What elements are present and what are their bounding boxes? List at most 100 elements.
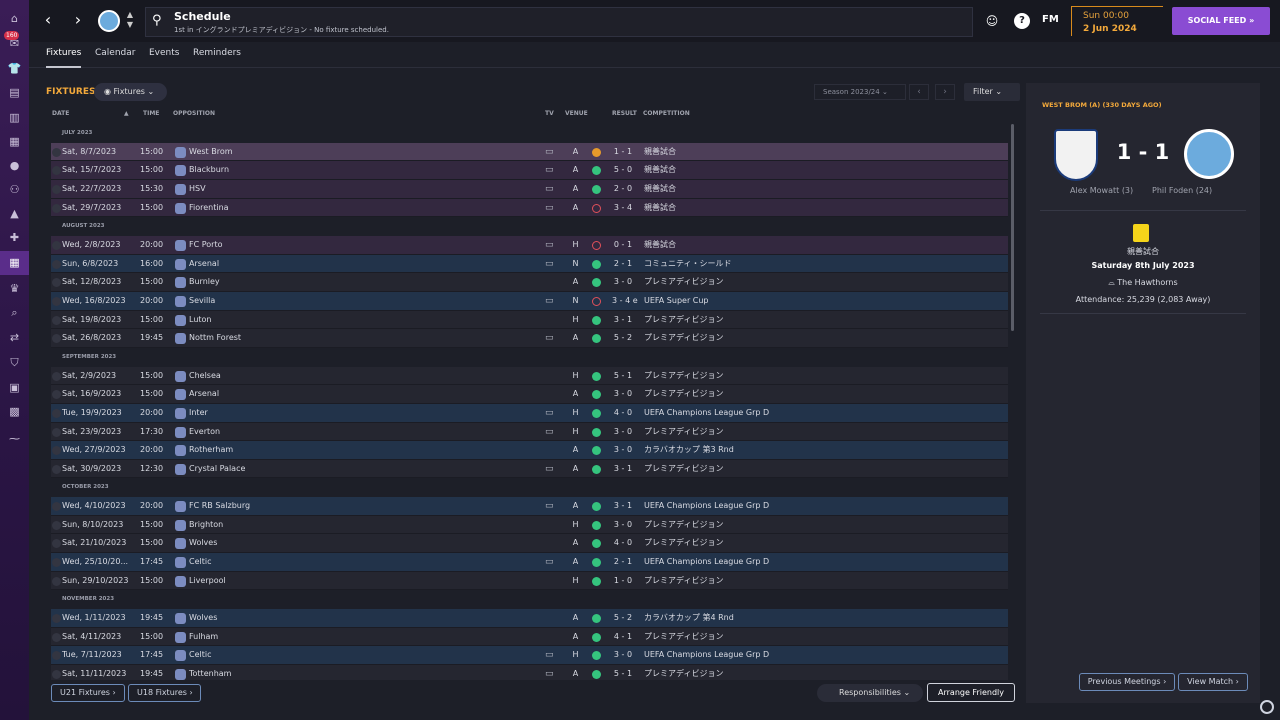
fixture-row[interactable]: Sat, 4/11/2023 15:00 Fulham A 4 - 1 プレミアディビジョ… (51, 627, 1008, 647)
fixture-score[interactable]: 3 - 1 (612, 497, 634, 516)
medical-icon[interactable]: ▲ (7, 206, 22, 221)
fixture-competition[interactable]: 親善試合 (644, 161, 676, 180)
col-date[interactable]: DATE (52, 110, 69, 117)
row-select-checkbox[interactable] (52, 464, 61, 474)
fixture-score[interactable]: 3 - 4 e (612, 292, 638, 311)
row-select-checkbox[interactable] (52, 632, 61, 642)
fixture-score[interactable]: 3 - 1 (612, 460, 634, 479)
row-select-checkbox[interactable] (52, 278, 61, 288)
fixture-score[interactable]: 5 - 2 (612, 609, 634, 628)
home-icon[interactable]: ⌂ (7, 11, 22, 26)
sort-asc-icon[interactable]: ▲ (124, 110, 129, 117)
back-button[interactable]: ‹ (38, 10, 58, 30)
opponent-name[interactable]: HSV (189, 180, 206, 199)
trophy-icon[interactable]: ♛ (7, 281, 22, 296)
fixture-score[interactable]: 5 - 2 (612, 329, 634, 348)
fixture-row[interactable]: Sat, 19/8/2023 15:00 Luton H 3 - 1 プレミアディビジョン (51, 310, 1008, 330)
team-icon[interactable]: ⚇ (7, 182, 22, 197)
prev-season-button[interactable]: ‹ (909, 84, 929, 100)
opponent-name[interactable]: FC Porto (189, 236, 222, 255)
match-competition[interactable]: 親善試合 (1026, 246, 1260, 257)
opponent-name[interactable]: Fulham (189, 628, 218, 647)
col-opposition[interactable]: OPPOSITION (173, 110, 215, 117)
fixture-row[interactable]: Sat, 23/9/2023 17:30 Everton ▭ H 3 - 0 プレミアディビ… (51, 422, 1008, 442)
opponent-name[interactable]: Celtic (189, 553, 212, 572)
fm-menu-button[interactable]: FM (1042, 14, 1059, 25)
fixture-row[interactable]: Sat, 22/7/2023 15:30 HSV ▭ A 2 - 0 親善試合 (51, 179, 1008, 199)
fixture-score[interactable]: 2 - 1 (612, 255, 634, 274)
fixture-row[interactable]: Sun, 29/10/2023 15:00 Liverpool H 1 - 0 プレミアデ… (51, 571, 1008, 591)
fixture-competition[interactable]: UEFA Champions League Grp D (644, 553, 769, 572)
fixture-row[interactable]: Sat, 8/7/2023 15:00 West Brom ▭ A 1 - 1 親善試合 (51, 142, 1008, 162)
home-scorer[interactable]: Alex Mowatt (3) (1070, 186, 1133, 195)
fixture-row[interactable]: Tue, 7/11/2023 17:45 Celtic ▭ H 3 - 0 UEFA Cha… (51, 646, 1008, 666)
tab-fixtures[interactable]: Fixtures (46, 42, 82, 68)
opponent-name[interactable]: Burnley (189, 273, 220, 292)
fixture-competition[interactable]: プレミアディビジョン (644, 423, 723, 442)
fixture-competition[interactable]: プレミアディビジョン (644, 367, 723, 386)
fixture-row[interactable]: Sat, 16/9/2023 15:00 Arsenal A 3 - 0 プレミアディビジ… (51, 385, 1008, 404)
col-competition[interactable]: COMPETITION (643, 110, 690, 117)
transfers-icon[interactable]: ⇄ (7, 330, 22, 345)
social-feed-button[interactable]: SOCIAL FEED » (1172, 7, 1270, 35)
row-select-checkbox[interactable] (52, 446, 61, 456)
row-select-checkbox[interactable] (52, 539, 61, 549)
fixture-row[interactable]: Sat, 29/7/2023 15:00 Fiorentina ▭ A 3 - 4 親善試合 (51, 198, 1008, 218)
fixture-competition[interactable]: プレミアディビジョン (644, 534, 723, 553)
fixture-row[interactable]: Sat, 2/9/2023 15:00 Chelsea H 5 - 1 プレミアディビジョ… (51, 366, 1008, 386)
fixture-score[interactable]: 1 - 0 (612, 572, 634, 591)
opponent-name[interactable]: Arsenal (189, 385, 219, 404)
fixture-score[interactable]: 5 - 0 (612, 161, 634, 180)
fixture-score[interactable]: 0 - 1 (612, 236, 634, 255)
responsibilities-button[interactable]: Responsibilities ⌄ (817, 684, 923, 702)
opponent-name[interactable]: Fiorentina (189, 199, 229, 218)
finances-icon[interactable]: ▣ (7, 380, 22, 395)
fixture-competition[interactable]: 親善試合 (644, 143, 676, 162)
fixture-row[interactable]: Sat, 21/10/2023 15:00 Wolves A 4 - 0 プレミアディビジ… (51, 534, 1008, 554)
fixture-row[interactable]: Sun, 6/8/2023 16:00 Arsenal ▭ N 2 - 1 コミュニティ・シ… (51, 254, 1008, 274)
opponent-name[interactable]: Sevilla (189, 292, 215, 311)
row-select-checkbox[interactable] (52, 614, 61, 624)
opponent-name[interactable]: Everton (189, 423, 220, 442)
fixture-competition[interactable]: プレミアディビジョン (644, 273, 723, 292)
fixture-score[interactable]: 3 - 0 (612, 273, 634, 292)
fixture-competition[interactable]: 親善試合 (644, 199, 676, 218)
tab-calendar[interactable]: Calendar (95, 42, 135, 68)
opponent-name[interactable]: Blackburn (189, 161, 229, 180)
fixture-competition[interactable]: カラバオカップ 第3 Rnd (644, 441, 734, 460)
tactics-icon[interactable]: ▦ (7, 134, 22, 149)
staff-icon[interactable]: ▥ (7, 110, 22, 125)
opponent-name[interactable]: Wolves (189, 609, 217, 628)
row-select-checkbox[interactable] (52, 651, 61, 661)
fixture-score[interactable]: 3 - 0 (612, 423, 634, 442)
fixture-competition[interactable]: プレミアディビジョン (644, 516, 723, 535)
dev-centre-icon[interactable]: ▩ (7, 404, 22, 419)
list-scrollbar[interactable] (1011, 124, 1014, 331)
opponent-name[interactable]: Rotherham (189, 441, 233, 460)
fixture-score[interactable]: 3 - 4 (612, 199, 634, 218)
opponent-name[interactable]: Celtic (189, 646, 212, 665)
fixture-row[interactable]: Wed, 4/10/2023 20:00 FC RB Salzburg ▭ A 3 - 1… (51, 497, 1008, 516)
tab-events[interactable]: Events (149, 42, 179, 68)
fixture-competition[interactable]: UEFA Champions League Grp D (644, 646, 769, 665)
fixture-row[interactable]: Wed, 25/10/20... 17:45 Celtic ▭ A 2 - 1 UEFA C… (51, 553, 1008, 572)
opponent-name[interactable]: Arsenal (189, 255, 219, 274)
fixture-competition[interactable]: プレミアディビジョン (644, 572, 723, 591)
fixture-competition[interactable]: プレミアディビジョン (644, 628, 723, 647)
filter-button[interactable]: Filter ⌄ (964, 83, 1020, 101)
row-select-checkbox[interactable] (52, 203, 61, 213)
away-scorer[interactable]: Phil Foden (24) (1152, 186, 1212, 195)
training-icon[interactable]: ● (7, 158, 22, 173)
fixture-row[interactable]: Wed, 1/11/2023 19:45 Wolves A 5 - 2 カラバオカップ 第… (51, 609, 1008, 628)
fixture-competition[interactable]: UEFA Champions League Grp D (644, 497, 769, 516)
col-tv[interactable]: TV (545, 110, 554, 117)
fixture-competition[interactable]: コミュニティ・シールド (644, 255, 732, 274)
row-select-checkbox[interactable] (52, 576, 61, 586)
fixture-competition[interactable]: プレミアディビジョン (644, 460, 723, 479)
fixture-row[interactable]: Wed, 2/8/2023 20:00 FC Porto ▭ H 0 - 1 親善試合 (51, 235, 1008, 255)
col-venue[interactable]: VENUE (565, 110, 588, 117)
opponent-name[interactable]: Tottenham (189, 665, 231, 680)
opponent-name[interactable]: Crystal Palace (189, 460, 245, 479)
club-badge[interactable] (98, 10, 120, 32)
fixture-score[interactable]: 3 - 1 (612, 311, 634, 330)
